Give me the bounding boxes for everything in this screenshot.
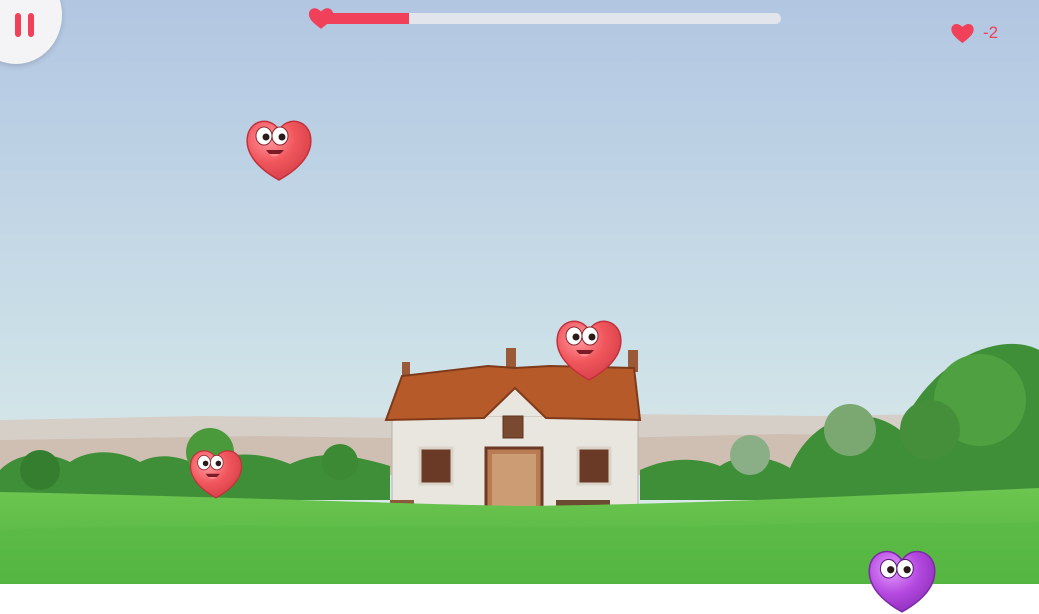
heart-icon [308,8,334,29]
pause-icon-bar-right [28,13,34,37]
heart-character[interactable] [554,316,624,382]
level-progress-bar [316,13,781,24]
purple-heart-character[interactable] [866,546,938,614]
game-background [0,0,1039,584]
lives-count: -2 [983,23,999,42]
heart-icon [951,24,974,43]
heart-character[interactable] [188,446,244,500]
pause-icon-bar-left [15,13,21,37]
heart-character[interactable] [244,116,314,182]
lives-counter: -2 [950,21,998,45]
